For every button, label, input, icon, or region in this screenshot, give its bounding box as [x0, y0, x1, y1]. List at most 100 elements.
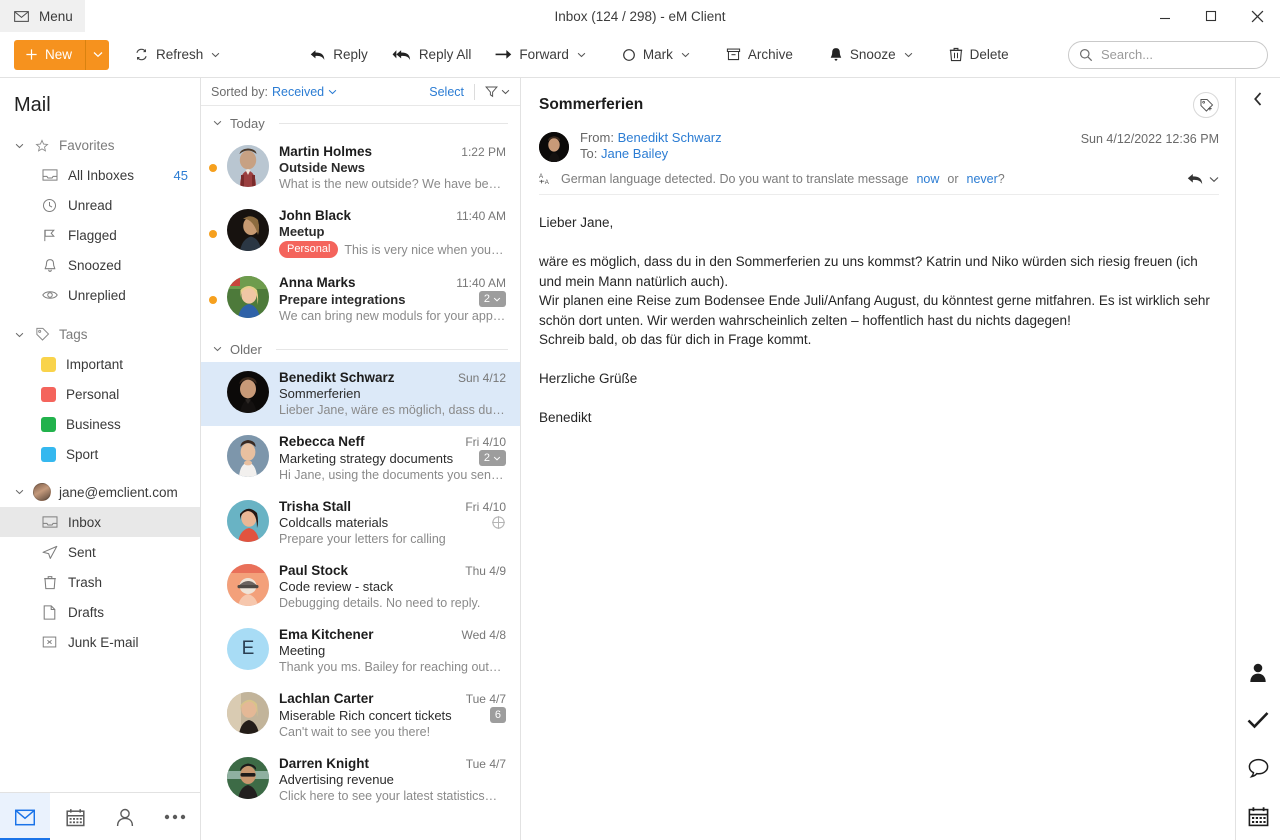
thread-count-badge[interactable]: 2 — [478, 291, 506, 307]
table-row[interactable]: Darren Knight Tue 4/7 Advertising revenu… — [201, 748, 520, 812]
mark-button[interactable]: Mark — [613, 39, 699, 71]
message-preview: Click here to see your latest statistics… — [279, 789, 498, 803]
attachment-count-badge[interactable]: 6 — [489, 707, 506, 723]
sidebar-item-junk-email[interactable]: Junk E-mail — [0, 627, 200, 657]
forward-button[interactable]: Forward — [486, 39, 595, 71]
sidebar-item-label: Snoozed — [68, 257, 122, 273]
archive-button[interactable]: Archive — [717, 39, 802, 71]
bottom-nav-more[interactable] — [150, 793, 200, 840]
chevron-down-icon — [904, 52, 913, 58]
window-controls — [1142, 0, 1280, 32]
message-list-scroll[interactable]: Today Martin Holmes 1:22 PM Outside News… — [201, 106, 520, 840]
rail-tasks-button[interactable] — [1236, 696, 1280, 744]
message-preview: Lieber Jane, wäre es möglich, dass du… — [279, 403, 505, 417]
sidebar-item-unread[interactable]: Unread — [0, 190, 200, 220]
to-value[interactable]: Jane Bailey — [601, 146, 668, 161]
sidebar-account-header[interactable]: jane@emclient.com — [0, 477, 200, 507]
sidebar-item-drafts[interactable]: Drafts — [0, 597, 200, 627]
archive-label: Archive — [747, 47, 793, 62]
message-header: Sommerferien — [521, 78, 1235, 126]
sidebar-tag-important[interactable]: Important — [0, 349, 200, 379]
message-content: Ema Kitchener Wed 4/8 Meeting Thank you … — [279, 627, 506, 674]
sidebar-tag-label: Personal — [66, 386, 120, 402]
table-row[interactable]: Benedikt Schwarz Sun 4/12 Sommerferien L… — [201, 362, 520, 426]
rail-calendar-button[interactable] — [1236, 792, 1280, 840]
snooze-button[interactable]: Snooze — [820, 39, 922, 71]
sidebar-item-label: Junk E-mail — [68, 634, 139, 650]
search-box[interactable] — [1068, 40, 1268, 69]
sidebar-item-all-inboxes[interactable]: All Inboxes 45 — [0, 160, 200, 190]
avatar: E — [227, 628, 269, 670]
message-body: Lieber Jane, wäre es möglich, dass du in… — [539, 215, 1210, 425]
filter-button[interactable] — [485, 85, 510, 98]
table-row[interactable]: Lachlan Carter Tue 4/7 Miserable Rich co… — [201, 683, 520, 748]
sidebar-item-unreplied[interactable]: Unreplied — [0, 280, 200, 310]
sidebar-item-sent[interactable]: Sent — [0, 537, 200, 567]
thread-count: 2 — [483, 452, 490, 464]
quick-reply-controls[interactable] — [1187, 172, 1219, 186]
sidebar-group-favorites[interactable]: Favorites — [0, 131, 200, 160]
delete-button[interactable]: Delete — [940, 39, 1018, 71]
reply-arrow-icon[interactable] — [1187, 172, 1204, 186]
table-row[interactable]: E Ema Kitchener Wed 4/8 Meeting Thank yo… — [201, 619, 520, 683]
refresh-button[interactable]: Refresh — [125, 39, 229, 71]
inbox-icon — [41, 515, 58, 529]
menu-label: Menu — [39, 8, 73, 24]
clock-icon — [41, 198, 58, 213]
sidebar-item-snoozed[interactable]: Snoozed — [0, 250, 200, 280]
minimize-button[interactable] — [1142, 0, 1188, 32]
table-row[interactable]: Rebecca Neff Fri 4/10 Marketing strategy… — [201, 426, 520, 491]
sidebar-item-flagged[interactable]: Flagged — [0, 220, 200, 250]
sidebar-item-inbox[interactable]: Inbox — [0, 507, 200, 537]
unread-indicator — [209, 295, 217, 304]
bottom-nav-calendar[interactable] — [50, 793, 100, 840]
tag-icon — [33, 327, 51, 342]
sidebar-item-label: Sent — [68, 544, 96, 560]
table-row[interactable]: Anna Marks 11:40 AM Prepare integrations… — [201, 267, 520, 332]
new-dropdown-button[interactable] — [85, 39, 109, 70]
chevron-down-icon[interactable] — [1209, 176, 1219, 183]
reading-pane: Sommerferien From: Benedikt Schwarz To: … — [521, 78, 1235, 840]
reply-button[interactable]: Reply — [301, 39, 377, 71]
sidebar-tag-business[interactable]: Business — [0, 409, 200, 439]
maximize-button[interactable] — [1188, 0, 1234, 32]
table-row[interactable]: Trisha Stall Fri 4/10 Coldcalls material… — [201, 491, 520, 555]
message-content: Benedikt Schwarz Sun 4/12 Sommerferien L… — [279, 370, 506, 417]
add-tag-button[interactable] — [1193, 92, 1219, 118]
collapse-sidebar-button[interactable] — [1236, 78, 1280, 120]
new-button[interactable]: New — [14, 40, 85, 70]
translate-never-link[interactable]: never — [967, 172, 998, 186]
close-button[interactable] — [1234, 0, 1280, 32]
table-row[interactable]: Paul Stock Thu 4/9 Code review - stack D… — [201, 555, 520, 619]
table-row[interactable]: John Black 11:40 AM Meetup Personal This… — [201, 200, 520, 267]
sidebar-tag-label: Sport — [66, 446, 99, 462]
message-group-today[interactable]: Today — [201, 110, 520, 136]
rail-contacts-button[interactable] — [1236, 648, 1280, 696]
sidebar-tag-sport[interactable]: Sport — [0, 439, 200, 469]
rail-chat-button[interactable] — [1236, 744, 1280, 792]
reply-all-label: Reply All — [418, 47, 472, 62]
sidebar-tag-personal[interactable]: Personal — [0, 379, 200, 409]
junk-icon — [41, 635, 58, 649]
from-value[interactable]: Benedikt Schwarz — [618, 130, 722, 145]
sort-dropdown[interactable]: Received — [272, 85, 337, 99]
thread-count-badge[interactable]: 2 — [478, 450, 506, 466]
bottom-nav-contacts[interactable] — [100, 793, 150, 840]
translate-now-link[interactable]: now — [916, 172, 939, 186]
target-icon[interactable] — [491, 515, 506, 530]
flag-icon — [41, 228, 58, 243]
sidebar-group-tags[interactable]: Tags — [0, 320, 200, 349]
sender-name: Trisha Stall — [279, 499, 352, 514]
select-button[interactable]: Select — [429, 85, 464, 99]
new-button-group[interactable]: New — [14, 39, 110, 70]
reply-all-button[interactable]: Reply All — [383, 39, 481, 71]
snooze-label: Snooze — [849, 47, 896, 62]
menu-button[interactable]: Menu — [0, 0, 85, 32]
translate-bar: AA German language detected. Do you want… — [539, 172, 1219, 195]
bottom-nav-mail[interactable] — [0, 793, 50, 840]
search-input[interactable] — [1101, 47, 1257, 62]
message-group-older[interactable]: Older — [201, 336, 520, 362]
table-row[interactable]: Martin Holmes 1:22 PM Outside News What … — [201, 136, 520, 200]
window-title: Inbox (124 / 298) - eM Client — [554, 8, 726, 24]
sidebar-item-trash[interactable]: Trash — [0, 567, 200, 597]
